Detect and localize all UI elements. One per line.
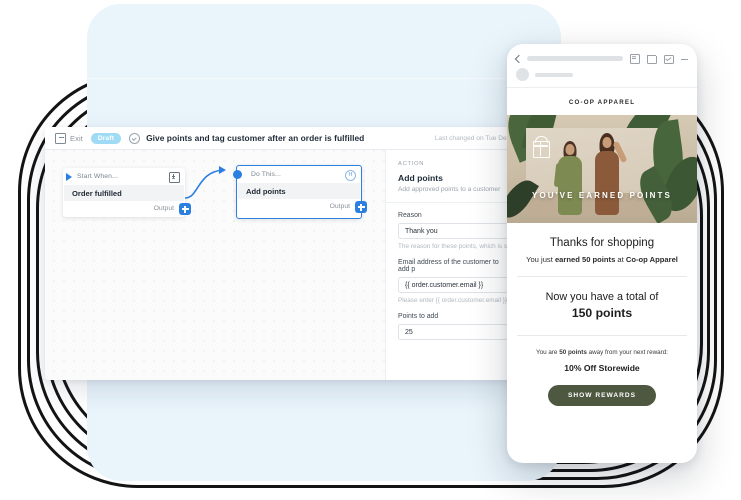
phone-mockup: CO-OP APPAREL YOU'VE EARNED POINTS Thank… [507,44,697,463]
more-icon[interactable] [681,55,689,63]
download-icon[interactable] [169,172,180,183]
play-triangle-icon [66,172,72,181]
brand-name: CO-OP APPAREL [568,99,636,106]
away-suffix: away from your next reward: [586,349,669,356]
email-heading: Thanks for shopping [549,237,655,249]
node-output-label: Output [329,203,350,210]
check-circle-icon [129,132,141,144]
head [602,137,612,148]
total-label: Now you have a total of [545,291,659,303]
panel-subtitle: Add approved points to a customer [398,186,501,193]
away-amount: 50 points [559,349,587,356]
mail-toolbar [507,44,697,81]
page-title: Give points and tag customer after an or… [146,133,365,143]
model-figure [589,133,628,215]
cta-wrap: SHOW REWARDS [517,384,687,422]
node-header: Do This... H [232,166,361,183]
mail-actions [630,54,689,64]
panel-title: Add points [398,173,443,183]
node-footer: Output [63,201,191,216]
field-help-reason: The reason for these points, which is s [398,243,508,250]
workflow-canvas[interactable]: Start When... Order fulfilled Output Do … [45,150,385,380]
head [565,144,575,155]
email-body: Thanks for shopping You just earned 50 p… [507,223,697,422]
screenshot-stage: Exit Draft Give points and tag customer … [0,0,741,500]
away-line: You are 50 points away from your next re… [517,336,687,356]
archive-icon[interactable] [630,54,640,64]
away-prefix: You are [535,349,560,356]
help-circle-icon[interactable]: H [345,170,356,181]
exit-label[interactable]: Exit [70,134,83,143]
app-header: Exit Draft Give points and tag customer … [45,127,520,150]
model-figure [553,141,587,215]
earned-amount: earned 50 points [554,255,616,264]
hero-caption: YOU'VE EARNED POINTS [532,191,672,200]
node-output-label: Output [153,205,174,212]
field-help-email: Please enter {{ order.customer.email }} [398,297,508,304]
show-rewards-button[interactable]: SHOW REWARDS [547,385,657,406]
node-title: Order fulfilled [72,188,122,198]
email-input[interactable]: {{ order.customer.email }} [398,277,508,293]
last-changed-text: Last changed on Tue Dec [434,134,510,142]
field-label-points: Points to add [398,313,439,320]
node-body: Add points [238,183,360,199]
earned-brand: Co-op Apparel [625,255,678,264]
workflow-node-trigger[interactable]: Start When... Order fulfilled Output [63,168,191,217]
earned-line: You just earned 50 points at Co-op Appar… [517,249,687,276]
node-header: Start When... [63,168,185,185]
panel-band [87,78,561,79]
gift-icon [532,140,550,158]
sender-placeholder-bar [535,72,573,77]
back-chevron-icon[interactable] [514,54,524,64]
trash-icon[interactable] [647,54,657,64]
points-input[interactable]: 25 [398,324,508,340]
workflow-node-action[interactable]: Do This... H Add points Output [232,165,367,219]
field-label-reason: Reason [398,212,422,219]
subject-placeholder-bar [527,56,623,61]
avatar [516,68,529,81]
node-type-label: Do This... [251,171,281,178]
node-title: Add points [246,186,286,196]
divider [386,202,520,203]
node-input-dot[interactable] [232,170,242,179]
app-body: Start When... Order fulfilled Output Do … [45,150,520,380]
mail-icon[interactable] [664,55,674,64]
panel-eyebrow: ACTION [398,161,425,167]
total-value: 150 points [571,306,633,320]
earned-prefix: You just [526,255,555,264]
exit-icon[interactable] [55,132,66,144]
node-body: Order fulfilled [64,185,184,201]
add-step-button[interactable] [355,201,367,213]
field-label-email: Email address of the customer to add p [398,259,499,273]
action-config-panel: ACTION Add points Add approved points to… [385,150,520,380]
node-footer: Output [237,199,367,214]
reward-name: 10% Off Storewide [564,363,640,373]
dress [595,151,619,215]
status-badge: Draft [90,132,122,144]
hero-image: YOU'VE EARNED POINTS [507,115,697,223]
reason-input[interactable]: Thank you [398,223,508,239]
workflow-app-window: Exit Draft Give points and tag customer … [45,127,520,380]
sender-row [516,68,573,81]
earned-middle: at [615,255,626,264]
node-type-label: Start When... [77,173,118,180]
